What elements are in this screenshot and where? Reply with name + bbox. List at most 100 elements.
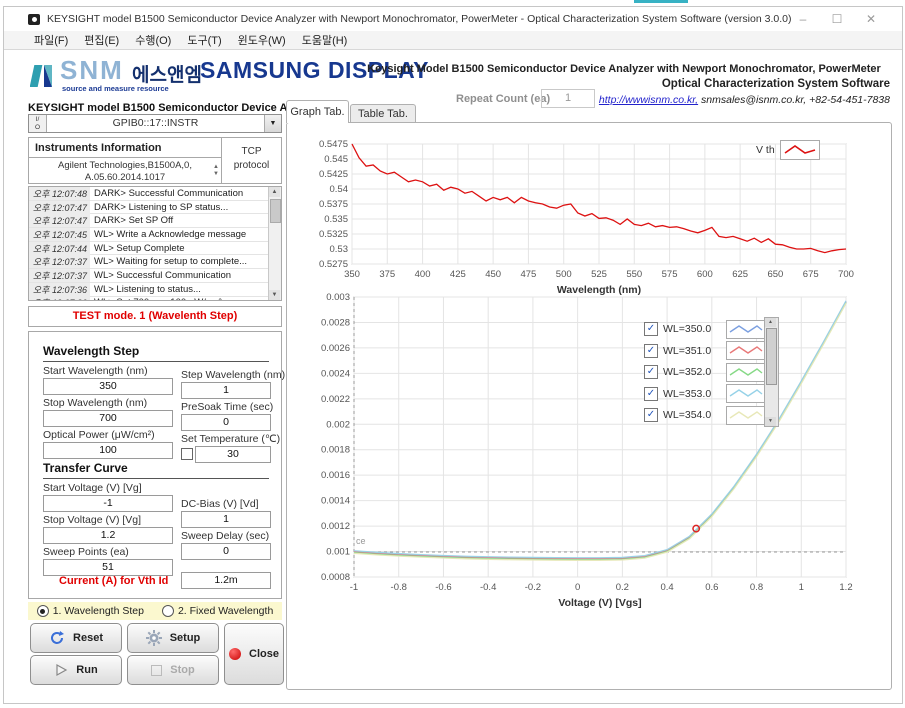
tab-graph[interactable]: Graph Tab. — [286, 100, 349, 123]
instrument-id-box[interactable]: Agilent Technologies,B1500A,0, A.05.60.2… — [28, 157, 222, 184]
top-chart-legend: V th — [756, 140, 820, 160]
log-row[interactable]: 오후 12:07:36WL> Set 700 nm, 100 μW/cm² — [29, 297, 269, 302]
legend-series-sample[interactable] — [726, 341, 766, 360]
legend-scroll-up-icon[interactable]: ▲ — [765, 318, 776, 327]
menu-edit[interactable]: 편집(E) — [76, 32, 127, 48]
start-voltage-input[interactable]: -1 — [43, 495, 173, 512]
website-link[interactable]: http://wwwisnm.co.kr, — [599, 94, 698, 106]
legend-item[interactable]: ✓WL=350.0 — [644, 319, 766, 339]
close-button[interactable]: Close — [224, 623, 284, 685]
stop-wavelength-input[interactable]: 700 — [43, 410, 173, 427]
maximize-button[interactable]: ☐ — [824, 11, 850, 27]
sweep-points-input[interactable]: 51 — [43, 559, 173, 576]
stop-wavelength-label: Stop Wavelength (nm) — [43, 397, 147, 409]
radio-fixed-wavelength-label: 2. Fixed Wavelength — [178, 605, 273, 617]
stop-voltage-input[interactable]: 1.2 — [43, 527, 173, 544]
run-button[interactable]: Run — [30, 655, 122, 685]
legend-vth-sample[interactable] — [780, 140, 820, 160]
legend-checkbox[interactable]: ✓ — [644, 387, 658, 401]
legend-checkbox[interactable]: ✓ — [644, 408, 658, 422]
combo-dropdown-icon[interactable]: ▼ — [264, 115, 281, 132]
legend-checkbox[interactable]: ✓ — [644, 322, 658, 336]
radio-wavelength-step[interactable]: 1. Wavelength Step — [37, 605, 144, 617]
legend-checkbox[interactable]: ✓ — [644, 344, 658, 358]
step-wavelength-input[interactable]: 1 — [181, 382, 271, 399]
instrument-id-line2: A.05.60.2014.1017 — [85, 172, 165, 183]
minimize-button[interactable]: – — [790, 11, 816, 27]
menu-operate[interactable]: 수행(O) — [127, 32, 179, 48]
log-row[interactable]: 오후 12:07:47DARK> Listening to SP status.… — [29, 201, 269, 215]
svg-text:0.535: 0.535 — [324, 214, 348, 225]
log-row[interactable]: 오후 12:07:37WL> Successful Communication — [29, 269, 269, 283]
sweep-delay-label: Sweep Delay (sec) — [181, 530, 269, 542]
log-timestamp: 오후 12:07:48 — [29, 187, 90, 200]
setup-label: Setup — [170, 632, 201, 644]
legend-series-sample[interactable] — [726, 384, 766, 403]
svg-text:0.8: 0.8 — [750, 582, 763, 593]
svg-text:-1: -1 — [350, 582, 358, 593]
tab-table[interactable]: Table Tab. — [350, 104, 416, 123]
svg-text:0.5375: 0.5375 — [319, 199, 348, 210]
header-subtitle: Optical Characterization System Software — [354, 78, 890, 90]
legend-item[interactable]: ✓WL=352.0 — [644, 362, 766, 382]
presoak-input[interactable]: 0 — [181, 414, 271, 431]
dc-bias-input[interactable]: 1 — [181, 511, 271, 528]
svg-text:0.545: 0.545 — [324, 154, 348, 165]
log-scroll-up-icon[interactable]: ▲ — [269, 187, 280, 197]
radio-fixed-wavelength[interactable]: 2. Fixed Wavelength — [162, 605, 273, 617]
legend-item[interactable]: ✓WL=351.0 — [644, 341, 766, 361]
log-scroll-down-icon[interactable]: ▼ — [269, 290, 280, 300]
log-message: WL> Setup Complete — [90, 243, 185, 254]
log-row[interactable]: 오후 12:07:44WL> Setup Complete — [29, 242, 269, 256]
legend-series-sample[interactable] — [726, 406, 766, 425]
menu-help[interactable]: 도움말(H) — [294, 32, 356, 48]
svg-text:425: 425 — [450, 269, 466, 280]
close-window-button[interactable]: ✕ — [858, 11, 884, 27]
log-row[interactable]: 오후 12:07:47DARK> Set SP Off — [29, 214, 269, 228]
communication-log[interactable]: 오후 12:07:48DARK> Successful Communicatio… — [28, 186, 282, 301]
transfer-curve-heading: Transfer Curve — [43, 461, 269, 479]
legend-item[interactable]: ✓WL=353.0 — [644, 384, 766, 404]
svg-text:0.0024: 0.0024 — [321, 368, 350, 379]
log-scrollbar[interactable]: ▲ ▼ — [268, 187, 281, 300]
svg-text:475: 475 — [520, 269, 536, 280]
set-temperature-label: Set Temperature (℃) — [181, 433, 280, 445]
menu-tools[interactable]: 도구(T) — [179, 32, 229, 48]
log-row[interactable]: 오후 12:07:37WL> Waiting for setup to comp… — [29, 255, 269, 269]
scroll-down-icon[interactable]: ▼ — [213, 168, 219, 180]
legend-scroll-down-icon[interactable]: ▼ — [765, 417, 776, 426]
legend-series-sample[interactable] — [726, 363, 766, 382]
legend-scrollbar[interactable]: ▲ ▼ — [764, 317, 779, 427]
menu-file[interactable]: 파일(F) — [26, 32, 76, 48]
log-message: DARK> Listening to SP status... — [90, 202, 228, 213]
start-wavelength-label: Start Wavelength (nm) — [43, 365, 148, 377]
svg-text:0.53: 0.53 — [330, 244, 349, 255]
legend-item[interactable]: ✓WL=354.0 — [644, 405, 766, 425]
legend-checkbox[interactable]: ✓ — [644, 365, 658, 379]
log-scroll-thumb[interactable] — [270, 199, 281, 223]
start-wavelength-input[interactable]: 350 — [43, 378, 173, 395]
setup-button[interactable]: Setup — [127, 623, 219, 653]
log-row[interactable]: 오후 12:07:48DARK> Successful Communicatio… — [29, 187, 269, 201]
svg-text:1.2: 1.2 — [839, 582, 852, 593]
log-message: DARK> Successful Communication — [90, 188, 243, 199]
log-row[interactable]: 오후 12:07:36WL> Listening to status... — [29, 283, 269, 297]
parameters-panel: Wavelength Step Start Wavelength (nm) 35… — [28, 331, 282, 599]
temperature-checkbox[interactable] — [181, 448, 193, 460]
legend-scroll-thumb[interactable] — [766, 328, 777, 385]
reset-button[interactable]: Reset — [30, 623, 122, 653]
repeat-count-input[interactable]: 1 — [541, 89, 595, 108]
repeat-count-label: Repeat Count (ea) — [456, 93, 550, 105]
optical-power-input[interactable]: 100 — [43, 442, 173, 459]
start-voltage-label: Start Voltage (V) [Vg] — [43, 482, 142, 494]
svg-text:550: 550 — [626, 269, 642, 280]
visa-resource-combo[interactable]: I/O GPIB0::17::INSTR ▼ — [28, 114, 282, 133]
stop-button[interactable]: Stop — [127, 655, 219, 685]
svg-text:ce: ce — [356, 536, 366, 546]
legend-vth-label: V th — [756, 144, 775, 156]
vth-current-input[interactable]: 1.2m — [181, 572, 271, 589]
log-row[interactable]: 오후 12:07:45WL> Write a Acknowledge messa… — [29, 228, 269, 242]
sweep-delay-input[interactable]: 0 — [181, 543, 271, 560]
legend-series-sample[interactable] — [726, 320, 766, 339]
menu-window[interactable]: 윈도우(W) — [230, 32, 294, 48]
